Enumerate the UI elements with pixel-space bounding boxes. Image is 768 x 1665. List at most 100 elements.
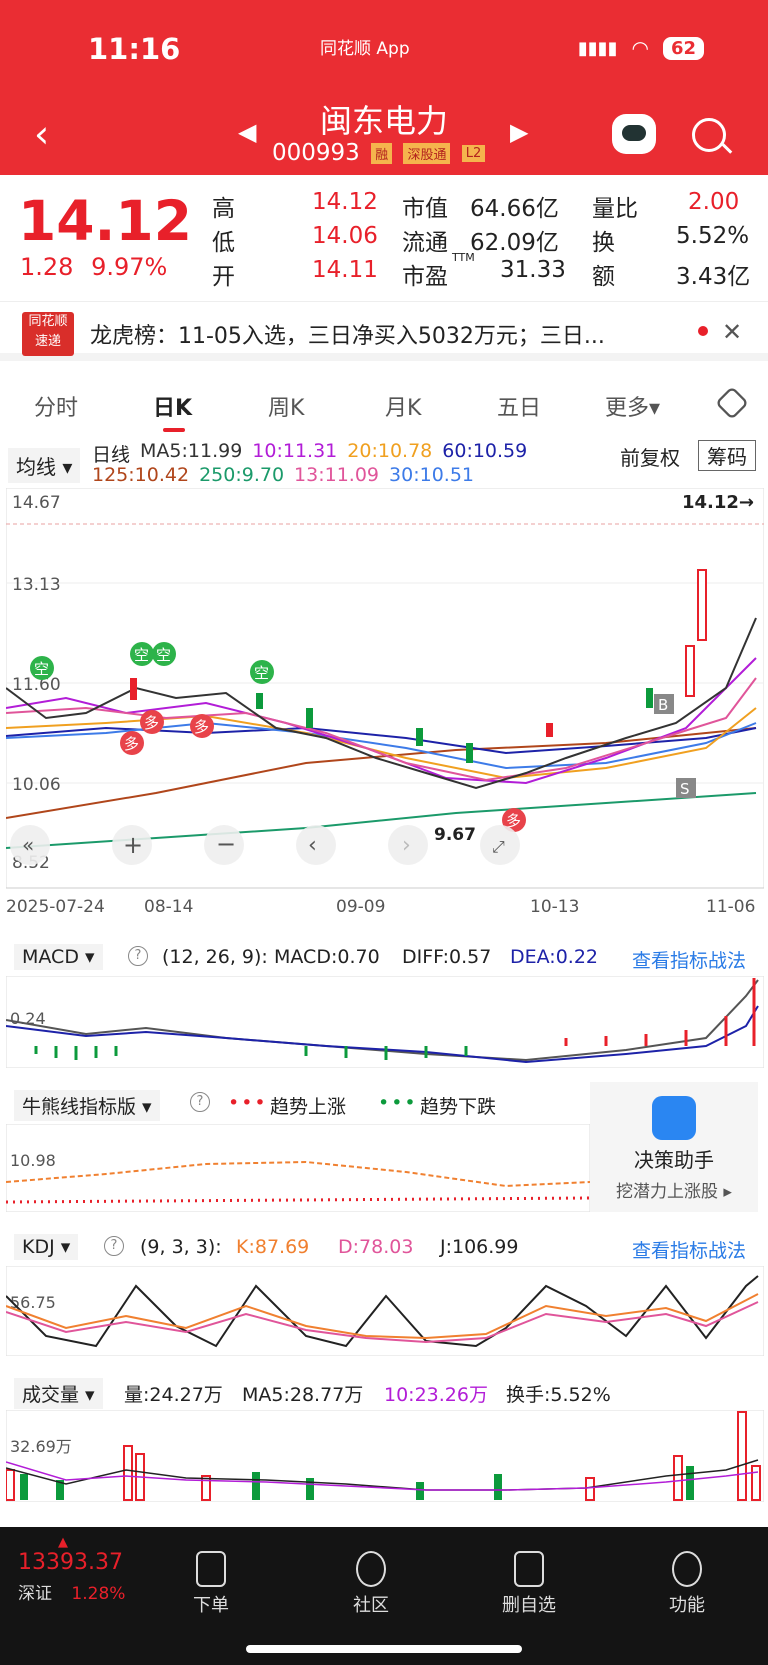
volume-ma5: MA5:28.77万	[242, 1384, 364, 1406]
change-percent: 9.97%	[91, 253, 168, 281]
volume-select[interactable]: 成交量 ▾	[14, 1378, 103, 1409]
nav-order[interactable]: 下单	[166, 1551, 256, 1617]
signal-empty-4-label: 空	[254, 664, 269, 682]
volume-turnover: 换手:5.52%	[506, 1384, 611, 1406]
macd-strategy-link[interactable]: 查看指标战法	[632, 946, 746, 973]
index-value: 13393.37	[18, 1550, 123, 1575]
kdj-chart[interactable]: 56.75	[6, 1266, 764, 1356]
macd-dea: DEA:0.22	[510, 946, 599, 968]
volume-select-label: 成交量	[22, 1384, 80, 1406]
help-icon[interactable]: ?	[128, 946, 148, 966]
kdj-k: K:87.69	[236, 1236, 310, 1258]
macd-value: MACD:0.70	[274, 946, 380, 968]
ma-select[interactable]: 均线 ▾	[8, 448, 81, 483]
active-tab-indicator	[163, 428, 185, 432]
ma5-value: MA5:11.99	[140, 440, 243, 462]
kdj-params: (9, 3, 3):	[140, 1236, 222, 1258]
home-indicator[interactable]	[246, 1645, 522, 1653]
signal-long-3[interactable]: 多	[190, 714, 214, 738]
open-label: 开	[212, 264, 235, 290]
pe-label: 市盈	[402, 264, 448, 290]
tab-five-day[interactable]: 五日	[497, 390, 541, 422]
news-text[interactable]: 龙虎榜：11-05入选，三日净买入5032万元；三日...	[90, 318, 605, 350]
high-label: 高	[212, 196, 235, 222]
adjust-mode[interactable]: 前复权	[620, 442, 680, 471]
stock-code: 000993	[272, 140, 360, 166]
open-value: 14.11	[312, 257, 378, 283]
bottom-nav: ▲ 13393.37 深证 1.28% 下单 社区 删自选 功能	[0, 1527, 768, 1665]
signal-empty-4[interactable]: 空	[250, 660, 274, 684]
turnover-label: 换	[592, 230, 615, 256]
news-logo-line1: 同花顺	[28, 314, 68, 329]
news-ticker[interactable]: 同花顺 速递 龙虎榜：11-05入选，三日净买入5032万元；三日...	[0, 301, 768, 361]
signal-empty-2-label: 空	[134, 646, 149, 664]
news-logo-line2: 速递	[34, 334, 61, 349]
battery-icon: 62	[662, 36, 704, 60]
index-up-arrow: ▲	[58, 1535, 68, 1550]
bullbear-select[interactable]: 牛熊线指标版 ▾	[14, 1090, 160, 1121]
signal-empty-3[interactable]: 空	[152, 642, 176, 666]
volume-value: 量:24.27万	[124, 1384, 223, 1406]
news-logo: 同花顺 速递	[22, 312, 74, 356]
trend-down-dots: •••	[378, 1092, 418, 1114]
nav-functions-label: 功能	[669, 1595, 705, 1616]
decision-subtitle: 挖潜力上涨股 ▸	[616, 1182, 732, 1202]
next-stock-button[interactable]: ▶	[510, 118, 528, 146]
macd-params: (12, 26, 9):	[162, 946, 268, 968]
signal-long-2[interactable]: 多	[140, 710, 164, 734]
macd-chart[interactable]: 0.24	[6, 976, 764, 1068]
decision-assistant[interactable]: 决策助手 挖潜力上涨股 ▸	[590, 1082, 758, 1212]
nav-community[interactable]: 社区	[326, 1551, 416, 1617]
close-icon[interactable]: ✕	[722, 318, 742, 346]
sell-mark[interactable]: S	[676, 778, 696, 798]
signal-empty-2[interactable]: 空	[130, 642, 154, 666]
signal-long-1[interactable]: 多	[120, 731, 144, 755]
nav-remove-watchlist[interactable]: 删自选	[484, 1551, 574, 1617]
menu-icon	[672, 1551, 702, 1587]
high-value: 14.12	[312, 189, 378, 215]
search-icon[interactable]	[692, 118, 726, 152]
x-axis: 2025-07-24 08-14 09-09 10-13 11-06	[6, 887, 764, 917]
wifi-icon: ◠	[631, 36, 649, 60]
kdj-strategy-link[interactable]: 查看指标战法	[632, 1236, 746, 1263]
signal-empty-1[interactable]: 空	[30, 656, 54, 680]
bullbear-chart[interactable]: 10.98	[6, 1124, 590, 1212]
nav-functions[interactable]: 功能	[642, 1551, 732, 1617]
trend-up-label: 趋势上涨	[270, 1096, 347, 1118]
kline-chart[interactable]: 14.67 13.13 11.60 10.06 8.52 14.12→ 9.67…	[6, 488, 764, 928]
buy-mark-label: B	[658, 696, 668, 714]
tab-weekly[interactable]: 周K	[268, 390, 304, 422]
decision-title: 决策助手	[634, 1148, 714, 1172]
tab-more[interactable]: 更多▾	[605, 390, 660, 422]
tab-daily[interactable]: 日K	[153, 390, 192, 422]
tab-more-label: 更多	[605, 396, 650, 421]
robot-assistant-icon[interactable]	[612, 114, 656, 154]
change-value: 1.28	[20, 253, 74, 281]
ma-legend-row2: 125:10.42 250:9.70 13:11.09 30:10.51	[92, 464, 474, 486]
svg-text:‹: ‹	[308, 833, 317, 858]
volume-chart[interactable]: 32.69万	[6, 1410, 764, 1502]
buy-mark[interactable]: B	[654, 694, 674, 714]
ma-select-label: 均线	[16, 455, 56, 479]
news-unread-dot	[698, 326, 708, 336]
svg-text:+: +	[123, 831, 143, 859]
period-tabs: 分时 日K 周K 月K 五日 更多▾	[0, 376, 768, 432]
help-icon[interactable]: ?	[190, 1092, 210, 1112]
ma13-value: 13:11.09	[294, 464, 380, 486]
y-label-4: 10.06	[12, 775, 61, 795]
current-price: 14.12	[18, 189, 192, 253]
tab-monthly[interactable]: 月K	[385, 390, 421, 422]
date-tick-3: 09-09	[336, 897, 385, 917]
kdj-select[interactable]: KDJ ▾	[14, 1234, 79, 1260]
kdj-select-label: KDJ	[22, 1236, 55, 1258]
signal-empty-1-label: 空	[34, 660, 49, 678]
svg-text:«: «	[22, 833, 34, 857]
ma250-value: 250:9.70	[199, 464, 285, 486]
macd-select[interactable]: MACD ▾	[14, 944, 103, 970]
tab-intraday[interactable]: 分时	[34, 390, 78, 422]
index-widget[interactable]: ▲ 13393.37 深证 1.28%	[18, 1535, 125, 1604]
help-icon[interactable]: ?	[104, 1236, 124, 1256]
community-icon	[356, 1551, 386, 1587]
chips-button[interactable]: 筹码	[698, 440, 756, 471]
stock-code-row: 000993 融 深股通 L2	[272, 140, 486, 166]
